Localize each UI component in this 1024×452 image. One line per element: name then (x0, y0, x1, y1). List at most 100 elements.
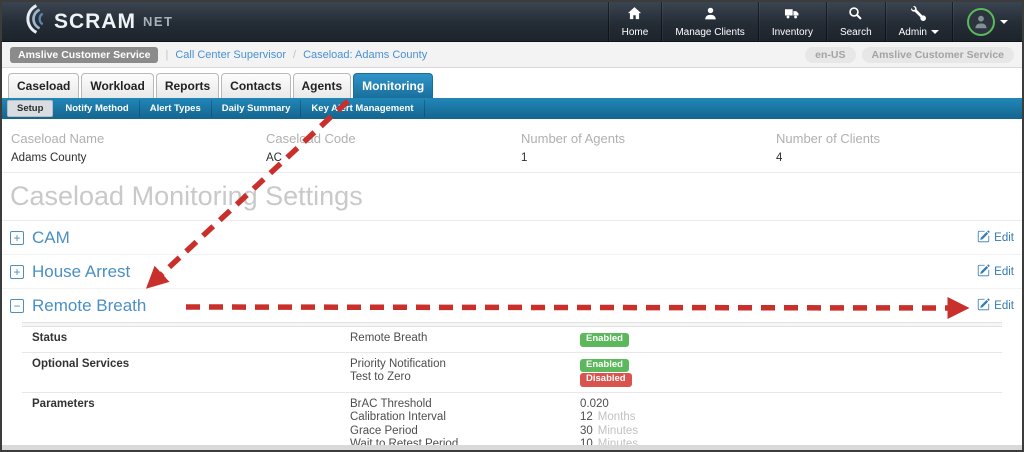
subtab-daily-summary[interactable]: Daily Summary (212, 100, 302, 117)
remote-breath-details-table: Status Remote Breath Enabled Optional Se… (22, 322, 1002, 452)
section-name-cam[interactable]: CAM (32, 229, 70, 246)
row-label: Status (32, 332, 350, 347)
subtab-notify-method[interactable]: Notify Method (55, 100, 139, 117)
info-label: Number of Agents (521, 131, 767, 146)
edit-remote-breath-link[interactable]: Edit (977, 298, 1014, 314)
parameter-name: BrAC Threshold (350, 398, 580, 412)
breadcrumb: Amslive Customer Service | Call Center S… (2, 42, 1022, 68)
chevron-down-icon (1000, 20, 1008, 24)
status-badge: Disabled (580, 373, 632, 387)
breadcrumb-link-caseload[interactable]: Caseload: Adams County (303, 49, 427, 61)
user-menu-button[interactable] (952, 2, 1022, 41)
edit-label: Edit (994, 232, 1014, 244)
tab-reports[interactable]: Reports (156, 73, 219, 98)
subtab-key-alert-management[interactable]: Key Alert Management (301, 100, 424, 117)
organization-badge: Amslive Customer Service (862, 47, 1014, 63)
info-value: 1 (521, 152, 767, 164)
person-icon (703, 6, 718, 24)
section-name-house-arrest[interactable]: House Arrest (32, 263, 130, 280)
setting-name: Priority Notification (350, 358, 580, 372)
brand-scram-text: SCRAM (54, 10, 136, 34)
table-row: Status Remote Breath Enabled (22, 327, 1002, 353)
status-badge: Enabled (580, 333, 629, 347)
brand-net-text: NET (143, 14, 174, 29)
info-label: Caseload Code (266, 131, 512, 146)
info-value: Adams County (11, 152, 257, 164)
row-label: Optional Services (32, 358, 350, 387)
tab-monitoring[interactable]: Monitoring (353, 73, 433, 98)
info-label: Caseload Name (11, 131, 257, 146)
parameter-value: 0.020 (580, 398, 609, 410)
info-number-of-clients: Number of Clients 4 (767, 131, 1022, 164)
truck-icon (784, 6, 800, 24)
context-badge: Amslive Customer Service (10, 47, 158, 63)
info-value: 4 (776, 152, 1022, 164)
page-title: Caseload Monitoring Settings (10, 181, 1014, 212)
top-navbar: SCRAM NET Home Manage Clients Invento (2, 2, 1022, 42)
expand-plus-icon[interactable]: + (10, 265, 24, 279)
nav-item-label: Search (840, 27, 872, 38)
nav-item-search[interactable]: Search (826, 2, 885, 41)
edit-label: Edit (994, 266, 1014, 278)
parameter-unit: Minutes (598, 425, 638, 437)
home-icon (627, 6, 642, 24)
pencil-square-icon (977, 230, 990, 246)
info-number-of-agents: Number of Agents 1 (512, 131, 767, 164)
nav-item-label: Inventory (772, 27, 813, 38)
pencil-square-icon (977, 264, 990, 280)
table-row: Optional Services Priority Notification … (22, 353, 1002, 393)
nav-item-inventory[interactable]: Inventory (758, 2, 826, 41)
navbar-menu: Home Manage Clients Inventory Search (608, 2, 1022, 41)
subtab-setup[interactable]: Setup (7, 100, 53, 117)
info-value: AC (266, 152, 512, 164)
section-house-arrest: + House Arrest Edit (2, 255, 1022, 289)
edit-cam-link[interactable]: Edit (977, 230, 1014, 246)
table-row: Parameters BrAC Threshold Calibration In… (22, 393, 1002, 452)
tab-caseload[interactable]: Caseload (8, 73, 79, 98)
row-label: Parameters (32, 398, 350, 452)
avatar (967, 8, 995, 36)
subtab-alert-types[interactable]: Alert Types (140, 100, 212, 117)
tab-bar: Caseload Workload Reports Contacts Agent… (2, 68, 1022, 98)
tab-agents[interactable]: Agents (293, 73, 352, 98)
locale-badge: en-US (805, 47, 855, 63)
tab-workload[interactable]: Workload (81, 73, 153, 98)
edit-label: Edit (994, 300, 1014, 312)
section-remote-breath: − Remote Breath Edit (2, 289, 1022, 322)
section-cam: + CAM Edit (2, 221, 1022, 255)
parameter-value: 12 (580, 411, 593, 423)
page-title-wrap: Caseload Monitoring Settings (2, 173, 1022, 221)
breadcrumb-separator: / (293, 49, 296, 61)
parameter-name: Grace Period (350, 425, 580, 439)
parameter-unit: Months (598, 411, 636, 423)
nav-item-manage-clients[interactable]: Manage Clients (661, 2, 757, 41)
search-icon (848, 6, 863, 24)
tab-contacts[interactable]: Contacts (221, 73, 290, 98)
status-badge: Enabled (580, 359, 629, 373)
sub-tab-bar: Setup Notify Method Alert Types Daily Su… (2, 98, 1022, 119)
edit-house-arrest-link[interactable]: Edit (977, 264, 1014, 280)
scramnet-app-window: SCRAM NET Home Manage Clients Invento (0, 0, 1024, 452)
expand-plus-icon[interactable]: + (10, 231, 24, 245)
info-caseload-name: Caseload Name Adams County (2, 131, 257, 164)
scramnet-swoosh-icon (16, 2, 48, 41)
info-label: Number of Clients (776, 131, 1022, 146)
parameter-value: 30 (580, 425, 593, 437)
nav-item-label: Manage Clients (675, 27, 744, 38)
breadcrumb-link-supervisor[interactable]: Call Center Supervisor (175, 49, 286, 61)
section-name-remote-breath[interactable]: Remote Breath (32, 297, 146, 314)
nav-item-home[interactable]: Home (608, 2, 662, 41)
chevron-down-icon (931, 30, 939, 34)
setting-name: Test to Zero (350, 371, 580, 385)
pencil-square-icon (977, 298, 990, 314)
bottom-strip (2, 445, 1022, 450)
nav-item-label: Home (622, 27, 649, 38)
nav-item-label: Admin (899, 27, 927, 38)
scramnet-logo: SCRAM NET (2, 2, 184, 41)
setting-name: Remote Breath (350, 332, 580, 346)
wrench-icon (911, 6, 926, 24)
collapse-minus-icon[interactable]: − (10, 299, 24, 313)
caseload-info-row: Caseload Name Adams County Caseload Code… (2, 119, 1022, 173)
parameter-name: Calibration Interval (350, 411, 580, 425)
nav-item-admin[interactable]: Admin (885, 2, 952, 41)
